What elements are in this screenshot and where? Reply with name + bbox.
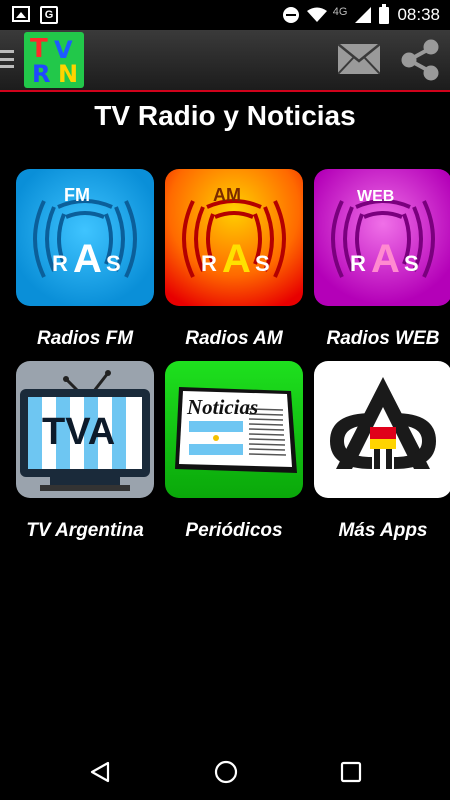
mas-apps-tile[interactable] <box>314 361 450 498</box>
tva-badge: TVA <box>42 411 116 453</box>
web-badge: WEB <box>357 188 395 205</box>
am-ras-s: S <box>255 251 270 276</box>
back-icon[interactable] <box>88 760 112 784</box>
radios-am-tile[interactable]: AM R A S <box>165 169 303 306</box>
fm-ras-a: A <box>73 237 102 281</box>
logo-letter-r: R <box>32 60 51 88</box>
web-ras-s: S <box>404 251 419 276</box>
radios-web-label[interactable]: Radios WEB <box>303 328 450 350</box>
fm-ras-r: R <box>52 251 68 276</box>
periodicos-tile[interactable]: Noticias <box>165 361 303 498</box>
navigation-bar <box>0 744 450 800</box>
do-not-disturb-icon <box>282 7 299 23</box>
status-time: 08:38 <box>397 5 440 24</box>
web-ras-r: R <box>350 251 366 276</box>
battery-icon <box>379 3 390 24</box>
radios-am-label[interactable]: Radios AM <box>154 328 314 350</box>
app-bar: T V R N <box>0 30 450 92</box>
am-ras-r: R <box>201 251 217 276</box>
logo-letter-n: N <box>58 60 79 88</box>
share-icon[interactable] <box>398 38 442 82</box>
noticias-badge: Noticias <box>187 395 259 419</box>
image-notification-icon <box>12 6 30 22</box>
page-title: TV Radio y Noticias <box>94 100 356 131</box>
radios-fm-label[interactable]: Radios FM <box>5 328 165 350</box>
tv-argentina-label[interactable]: TV Argentina <box>5 520 165 542</box>
fm-badge: FM <box>64 185 90 205</box>
am-ras-a: A <box>222 237 251 281</box>
mail-icon[interactable] <box>338 44 380 74</box>
app-notification-icon: G <box>40 6 58 24</box>
status-bar: G 4G 08:38 <box>0 0 450 30</box>
mas-apps-label[interactable]: Más Apps <box>303 520 450 542</box>
network-type: 4G <box>332 6 348 18</box>
tv-argentina-tile[interactable]: TVA <box>16 361 154 498</box>
developer-logo-icon <box>330 377 436 469</box>
recents-icon[interactable] <box>340 761 362 783</box>
fm-ras-s: S <box>106 251 121 276</box>
wifi-icon <box>306 7 327 22</box>
signal-icon <box>355 7 372 23</box>
am-badge: AM <box>213 185 241 205</box>
radios-fm-tile[interactable]: FM R A S <box>16 169 154 306</box>
home-icon[interactable] <box>213 759 239 785</box>
web-ras-a: A <box>371 237 400 281</box>
radios-web-tile[interactable]: WEB R A S <box>314 169 450 306</box>
menu-icon[interactable] <box>0 50 14 68</box>
newspaper-icon <box>175 387 297 473</box>
periodicos-label[interactable]: Periódicos <box>154 520 314 542</box>
app-logo[interactable]: T V R N <box>24 32 84 88</box>
